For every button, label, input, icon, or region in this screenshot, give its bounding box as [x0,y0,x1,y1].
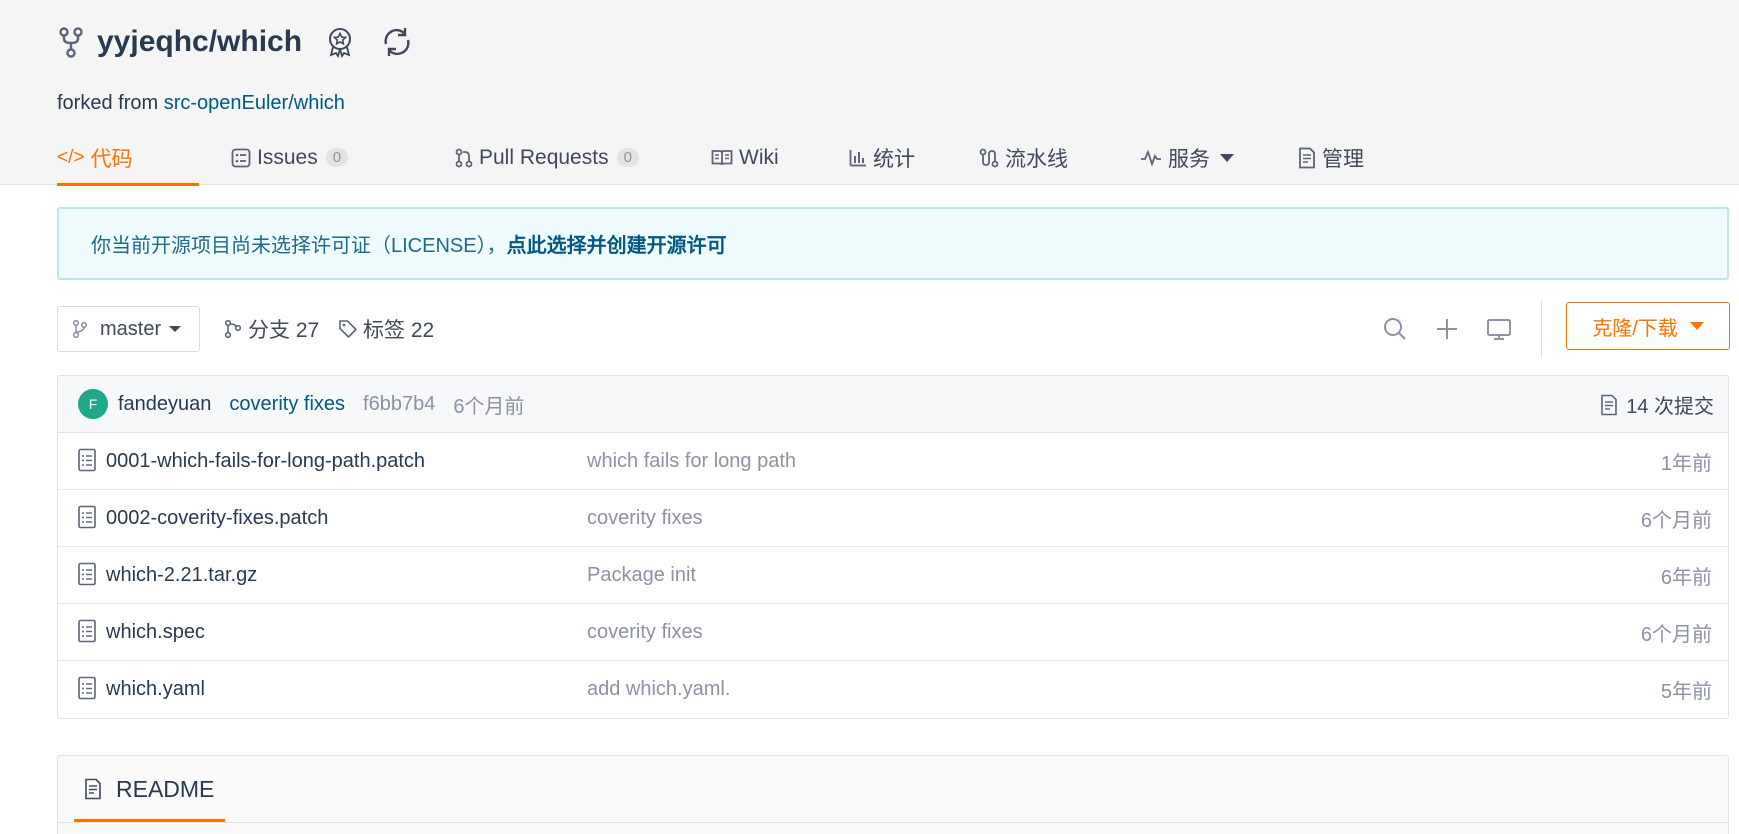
repo-toolbar: master 分支 27 标签 22 克隆/下载 [57,300,1730,358]
commit-sha[interactable]: f6bb7b4 [363,393,435,416]
pull-request-icon [455,148,473,167]
file-list: F fandeyuan coverity fixes f6bb7b4 6个月前 … [57,375,1729,719]
forked-from: forked from src-openEuler/which [57,92,345,115]
tab-pull-requests[interactable]: Pull Requests 0 [455,130,645,185]
tab-stats-label: 统计 [873,147,915,171]
file-commit-message[interactable]: Package init [587,564,696,587]
file-commit-message[interactable]: coverity fixes [587,621,703,644]
readme-label: README [116,775,215,802]
repo-name[interactable]: yyjeqhc/which [97,25,302,59]
tab-service-label: 服务 [1168,147,1210,171]
license-notice-text: 你当前开源项目尚未选择许可证（LICENSE）， [91,235,507,257]
chevron-down-icon [169,326,182,332]
commit-count-link[interactable]: 14 次提交 [1600,376,1714,433]
file-name[interactable]: 0001-which-fails-for-long-path.patch [106,450,425,473]
tag-icon [339,320,358,339]
readme-icon [85,778,101,800]
file-commit-message[interactable]: coverity fixes [587,507,703,530]
tab-pipeline[interactable]: 流水线 [979,130,1095,185]
clone-download-button[interactable]: 克隆/下载 [1566,302,1730,350]
sync-icon[interactable] [380,25,414,59]
file-row[interactable]: 0002-coverity-fixes.patch coverity fixes… [58,490,1728,547]
latest-commit-bar: F fandeyuan coverity fixes f6bb7b4 6个月前 … [58,376,1728,433]
file-commit-message[interactable]: which fails for long path [587,450,796,473]
license-notice: 你当前开源项目尚未选择许可证（LICENSE）， 点此选择并创建开源许可 [57,207,1729,280]
tab-wiki-label: Wiki [739,145,779,169]
avatar[interactable]: F [78,389,108,419]
forked-prefix: forked from [57,92,164,114]
branch-name: master [100,317,162,340]
issues-icon [231,148,251,167]
readme-tab[interactable]: README [74,756,225,822]
tab-stats[interactable]: 统计 [849,130,952,185]
wiki-icon [711,149,733,165]
plus-icon[interactable] [1432,314,1462,344]
tags-link[interactable]: 标签 22 [338,306,434,352]
stats-icon [849,149,866,166]
admin-icon [1299,147,1315,168]
file-time: 6个月前 [1640,509,1712,532]
file-time: 6年前 [1660,566,1712,589]
pipeline-icon [979,148,999,167]
commit-count-label: 14 次提交 [1626,396,1714,418]
commit-message[interactable]: coverity fixes [229,393,345,416]
service-icon [1141,148,1161,167]
search-icon[interactable] [1380,314,1410,344]
file-row[interactable]: which-2.21.tar.gz Package init 6年前 [58,547,1728,604]
repo-nav-tabs: </> 代码 Issues 0 Pull Requests 0 Wiki 统计 … [57,130,1398,186]
readme-panel: README [57,755,1729,834]
commit-author[interactable]: fandeyuan [118,393,211,416]
repo-title-row: yyjeqhc/which [57,22,414,62]
file-name[interactable]: which.spec [106,621,205,644]
tab-service[interactable]: 服务 [1140,130,1237,185]
create-license-link[interactable]: 点此选择并创建开源许可 [507,229,727,258]
file-time: 6个月前 [1640,623,1712,646]
file-icon [78,562,96,586]
tab-admin-label: 管理 [1322,147,1364,171]
file-name[interactable]: which-2.21.tar.gz [106,564,257,587]
tab-code[interactable]: </> 代码 [57,130,199,186]
branches-count-label: 分支 27 [248,319,320,342]
tab-issues[interactable]: Issues 0 [231,130,384,185]
recommend-badge-icon[interactable] [324,26,356,58]
tab-code-label: 代码 [90,147,133,171]
issues-count: 0 [325,148,349,167]
toolbar-divider [1541,300,1542,358]
file-icon [78,619,96,643]
file-row[interactable]: which.yaml add which.yaml. 5年前 [58,661,1728,718]
file-icon [78,505,96,529]
code-icon: </> [57,146,85,168]
forked-source-link[interactable]: src-openEuler/which [164,92,345,114]
clone-download-label: 克隆/下载 [1592,317,1678,340]
tab-wiki[interactable]: Wiki [711,130,809,185]
tab-admin[interactable]: 管理 [1298,130,1398,185]
branches-link[interactable]: 分支 27 [224,306,319,352]
chevron-down-icon [1220,153,1234,162]
file-name[interactable]: 0002-coverity-fixes.patch [106,507,328,530]
file-row[interactable]: which.spec coverity fixes 6个月前 [58,604,1728,661]
fork-icon [59,27,83,58]
tab-pull-requests-label: Pull Requests [479,145,609,169]
branch-icon [224,319,242,339]
tab-issues-label: Issues [257,145,318,169]
file-icon [78,676,96,700]
repo-header: yyjeqhc/which forked from src-openEuler/… [0,0,1739,186]
file-name[interactable]: which.yaml [106,678,205,701]
branch-icon [72,319,88,339]
tags-count-label: 标签 22 [363,319,435,342]
file-icon [78,448,96,472]
commit-time: 6个月前 [453,395,525,418]
chevron-down-icon [1689,322,1704,330]
file-row[interactable]: 0001-which-fails-for-long-path.patch whi… [58,433,1728,490]
branch-select[interactable]: master [57,306,200,352]
file-commit-message[interactable]: add which.yaml. [587,678,730,701]
file-time: 5年前 [1660,681,1712,703]
web-ide-icon[interactable] [1484,314,1514,344]
readme-divider [58,822,1728,823]
file-time: 1年前 [1660,452,1712,475]
commits-icon [1601,394,1617,415]
tab-pipeline-label: 流水线 [1005,147,1068,171]
pull-requests-count: 0 [616,148,639,167]
